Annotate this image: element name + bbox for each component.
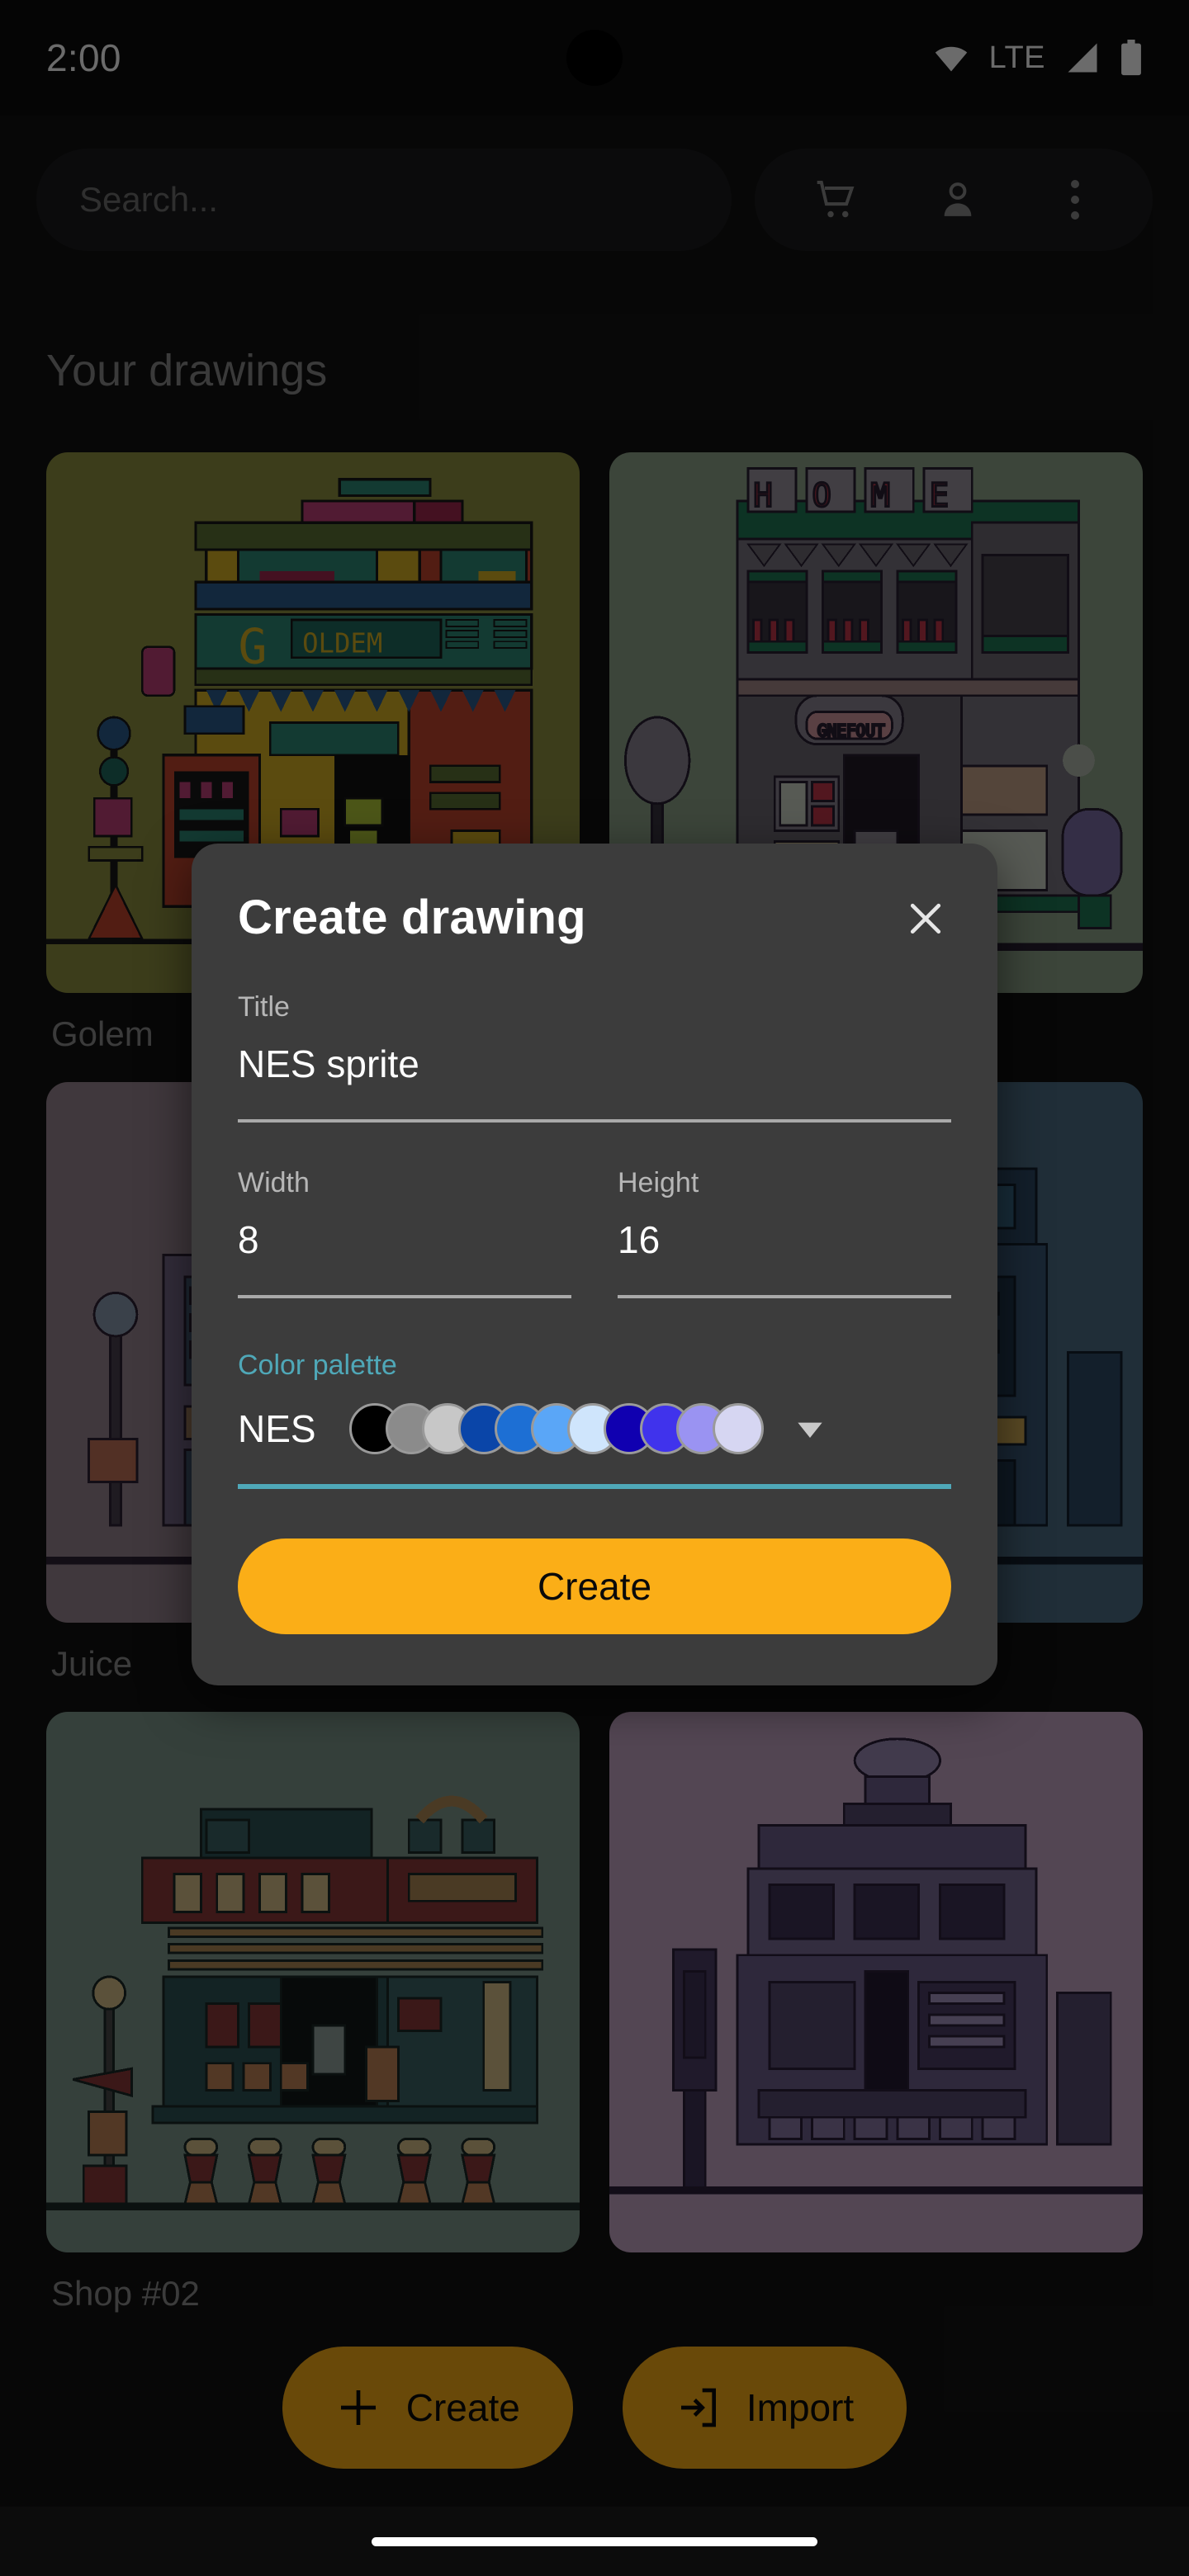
color-palette-selected: NES	[238, 1407, 316, 1450]
color-palette-field[interactable]: Color palette NES	[238, 1349, 951, 1489]
width-field-underline	[238, 1295, 571, 1298]
phone-screen: 2:00 LTE Search...	[0, 0, 1189, 2576]
close-icon[interactable]	[900, 893, 951, 944]
title-field-underline	[238, 1119, 951, 1123]
height-field-underline	[618, 1295, 951, 1298]
width-field-value[interactable]: 8	[238, 1199, 571, 1262]
color-palette-swatches	[348, 1403, 764, 1454]
home-gesture-pill[interactable]	[372, 2536, 817, 2546]
color-palette-row[interactable]: NES	[238, 1403, 951, 1454]
create-submit-button[interactable]: Create	[238, 1539, 951, 1634]
dialog-title: Create drawing	[238, 891, 586, 944]
palette-swatch-10	[712, 1403, 764, 1454]
width-field[interactable]: Width 8	[238, 1167, 571, 1298]
chevron-down-icon[interactable]	[792, 1411, 828, 1447]
width-field-label: Width	[238, 1167, 310, 1198]
title-field[interactable]: Title NES sprite	[238, 991, 951, 1123]
color-palette-underline	[238, 1484, 951, 1489]
color-palette-label: Color palette	[238, 1349, 397, 1381]
title-field-value[interactable]: NES sprite	[238, 1023, 951, 1086]
height-field-label: Height	[618, 1167, 699, 1198]
dialog-header: Create drawing	[238, 890, 951, 945]
create-drawing-dialog: Create drawing Title NES sprite Width 8 …	[192, 844, 997, 1685]
title-field-label: Title	[238, 991, 290, 1023]
system-navigation-bar	[0, 2507, 1189, 2576]
height-field[interactable]: Height 16	[618, 1167, 951, 1298]
dimension-fields: Width 8 Height 16	[238, 1167, 951, 1298]
create-submit-label: Create	[537, 1565, 652, 1608]
height-field-value[interactable]: 16	[618, 1199, 951, 1262]
